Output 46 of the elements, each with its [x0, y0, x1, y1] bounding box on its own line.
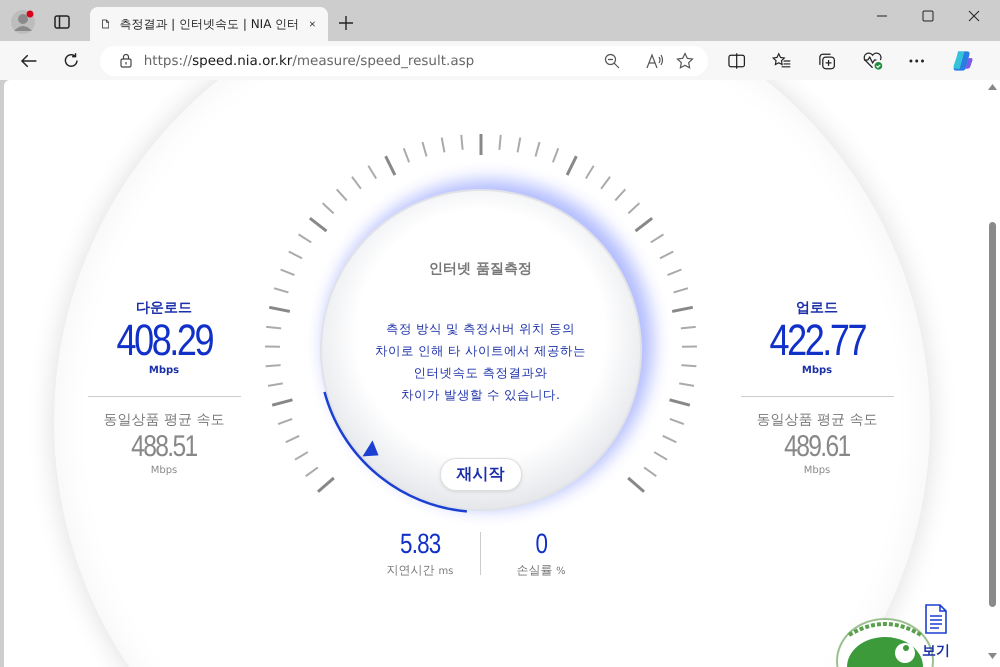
profile-icon[interactable]: [10, 9, 36, 35]
tab-title: 측정결과 | 인터넷속도 | NIA 인터: [119, 16, 300, 32]
loss-value: 0: [535, 528, 547, 560]
dial-title: 인터넷 품질측정: [429, 260, 532, 278]
needle-marker: [362, 440, 378, 456]
restart-button[interactable]: 재시작: [440, 458, 522, 491]
star-icon[interactable]: [676, 52, 694, 70]
health-icon[interactable]: [862, 50, 884, 70]
favorites-icon[interactable]: [772, 52, 791, 70]
lock-icon: [120, 53, 132, 68]
collections-icon[interactable]: [816, 52, 836, 70]
average-value: 488.51: [131, 429, 197, 465]
url-text: https://speed.nia.or.kr/measure/speed_result.asp: [144, 52, 474, 68]
scroll-up-icon[interactable]: [988, 84, 997, 90]
read-aloud-icon[interactable]: [646, 52, 664, 68]
speed-unit: Mbps: [802, 365, 832, 376]
back-icon[interactable]: [20, 52, 38, 68]
average-label: 동일상품 평균 속도: [104, 411, 224, 429]
refresh-icon[interactable]: [63, 52, 80, 69]
new-tab-icon[interactable]: [338, 15, 354, 31]
average-label: 동일상품 평균 속도: [756, 411, 878, 429]
zoom-out-icon[interactable]: [604, 52, 620, 68]
scrollbar-thumb[interactable]: [989, 222, 996, 607]
speed-label: 업로드: [796, 299, 838, 317]
document-icon[interactable]: [924, 604, 948, 634]
loss-label: 손실률 %: [516, 562, 566, 579]
average-unit: Mbps: [804, 465, 830, 476]
notice-text: 측정 방식 및 측정서버 위치 등의 차이로 인해 타 사이트에서 제공하는 인터넷속도 측정결과와 차이가 발생할 수 있습니다.: [375, 320, 586, 404]
speed-value: 422.77: [769, 317, 865, 365]
latency-value: 5.83: [400, 528, 440, 560]
tab-actions-icon[interactable]: [54, 15, 70, 29]
browser-tab[interactable]: 측정결과 | 인터넷속도 | NIA 인터: [90, 7, 328, 41]
copilot-icon[interactable]: [950, 48, 974, 72]
split-screen-icon[interactable]: [728, 52, 746, 68]
scroll-down-icon[interactable]: [988, 653, 997, 659]
more-icon[interactable]: [909, 58, 925, 62]
maximize-icon[interactable]: [922, 10, 934, 22]
average-unit: Mbps: [150, 465, 178, 476]
speed-unit: Mbps: [148, 365, 180, 376]
address-bar[interactable]: https://speed.nia.or.kr/measure/speed_result.asp: [100, 46, 708, 76]
speed-value: 408.29: [116, 317, 212, 365]
report-link[interactable]: 보기: [922, 642, 950, 660]
average-value: 489.61: [784, 429, 850, 465]
speed-label: 다운로드: [136, 299, 192, 317]
close-icon[interactable]: [968, 10, 980, 22]
latency-label: 지연시간 ms: [386, 562, 454, 579]
